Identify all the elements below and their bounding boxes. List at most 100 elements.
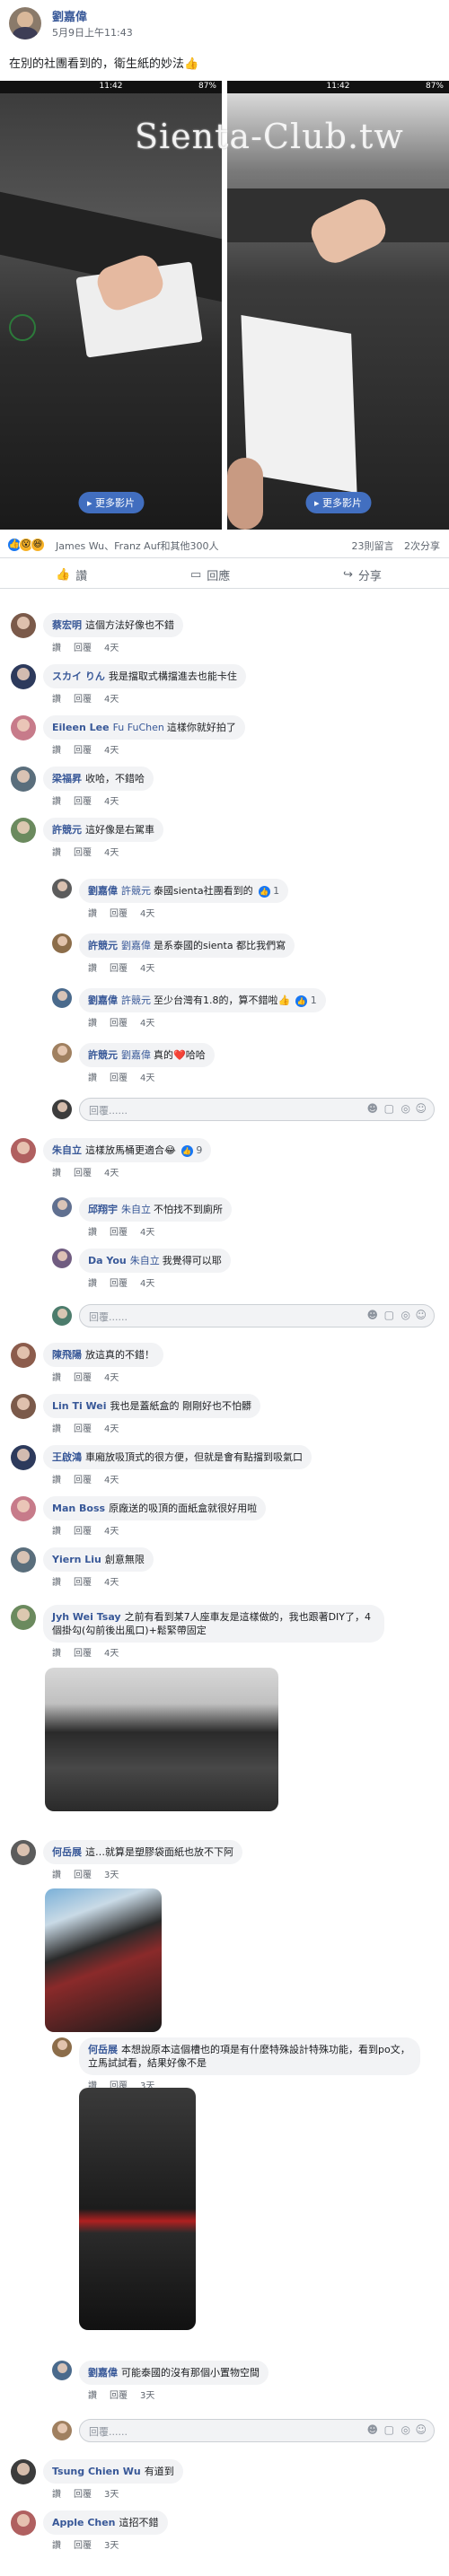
comment-reply-link[interactable]: 回覆 [110, 1228, 128, 1238]
comment-reply-link[interactable]: 回覆 [74, 1578, 92, 1588]
comment-time[interactable]: 3天 [104, 2490, 119, 2500]
commenter-avatar[interactable] [11, 1496, 36, 1521]
commenter-avatar[interactable] [52, 1043, 72, 1063]
reaction-names[interactable]: James Wu、Franz Auf和其他300人 [56, 539, 219, 553]
comment-time[interactable]: 4天 [140, 1228, 154, 1238]
mentioned-user[interactable]: 劉嘉偉 [121, 1049, 151, 1061]
comment-time[interactable]: 3天 [140, 2391, 154, 2401]
comment-time[interactable]: 4天 [104, 1476, 119, 1485]
commenter-avatar[interactable] [52, 988, 72, 1008]
comment-time[interactable]: 4天 [104, 644, 119, 653]
comment-reply-link[interactable]: 回覆 [110, 2391, 128, 2401]
commenter-avatar[interactable] [11, 2459, 36, 2484]
commenter-avatar[interactable] [11, 767, 36, 792]
comment-like-link[interactable]: 讚 [52, 1578, 61, 1588]
commenter-avatar[interactable] [52, 1197, 72, 1217]
comment-like-link[interactable]: 讚 [52, 1476, 61, 1485]
comment-time[interactable]: 4天 [140, 964, 154, 974]
commenter-name[interactable]: 許競元 [88, 1049, 118, 1061]
comment-reply-link[interactable]: 回覆 [74, 1373, 92, 1383]
commenter-avatar[interactable] [52, 2037, 72, 2057]
comment-reply-link[interactable]: 回覆 [74, 2490, 92, 2500]
comment-like-link[interactable]: 讚 [88, 1019, 97, 1029]
mentioned-user[interactable]: 朱自立 [130, 1255, 160, 1266]
commenter-name[interactable]: 陳飛陽 [52, 1349, 82, 1361]
comment-time[interactable]: 4天 [140, 909, 154, 919]
commenter-name[interactable]: 劉嘉偉 [88, 2367, 118, 2379]
commenter-avatar[interactable] [52, 879, 72, 898]
commenter-avatar[interactable] [52, 1100, 72, 1119]
comment-reply-link[interactable]: 回覆 [74, 695, 92, 705]
comment-button[interactable]: ▭ 回應 [190, 566, 230, 583]
commenter-name[interactable]: 蔡宏明 [52, 619, 82, 631]
comment-like-link[interactable]: 讚 [52, 1424, 61, 1434]
comment-time[interactable]: 4天 [104, 1527, 119, 1537]
comment-photo[interactable] [45, 1668, 278, 1811]
camera-icon[interactable]: ◎ [401, 2423, 410, 2436]
gif-icon[interactable]: ▢ [384, 1309, 394, 1321]
comment-time[interactable]: 3天 [104, 2541, 119, 2551]
commenter-avatar[interactable] [11, 1138, 36, 1163]
commenter-name[interactable]: Jyh Wei Tsay [52, 1611, 121, 1623]
gif-icon[interactable]: ▢ [384, 2423, 394, 2436]
comment-like-link[interactable]: 讚 [52, 797, 61, 807]
comment-like-link[interactable]: 讚 [52, 1871, 61, 1880]
comment-reply-link[interactable]: 回覆 [74, 2541, 92, 2551]
reply-input[interactable]: 回覆...... ☺ ◎ ▢ ☻ [79, 1098, 435, 1121]
commenter-avatar[interactable] [11, 1445, 36, 1470]
share-button[interactable]: ↪ 分享 [343, 566, 382, 583]
comment-like-link[interactable]: 讚 [88, 1228, 97, 1238]
commenter-name[interactable]: スカイ りん [52, 670, 105, 682]
mentioned-user[interactable]: 朱自立 [121, 1204, 151, 1215]
emoji-icon[interactable]: ☺ [415, 1309, 427, 1321]
comment-time[interactable]: 4天 [104, 1649, 119, 1659]
comment-reply-link[interactable]: 回覆 [74, 1424, 92, 1434]
commenter-avatar[interactable] [52, 933, 72, 953]
commenter-avatar[interactable] [11, 1605, 36, 1630]
comment-likes[interactable]: 👍 1 [258, 885, 279, 898]
commenter-avatar[interactable] [11, 1394, 36, 1419]
like-button[interactable]: 👍 讚 [56, 566, 87, 583]
comment-time[interactable]: 4天 [104, 848, 119, 858]
comment-like-link[interactable]: 讚 [52, 644, 61, 653]
commenter-name[interactable]: 朱自立 [52, 1144, 82, 1156]
reply-input[interactable]: 回覆...... ☺ ◎ ▢ ☻ [79, 2419, 435, 2442]
mentioned-user[interactable]: 劉嘉偉 [121, 940, 151, 951]
commenter-avatar[interactable] [11, 715, 36, 740]
mentioned-user[interactable]: Fu FuChen [113, 722, 164, 733]
comment-time[interactable]: 4天 [140, 1019, 154, 1029]
commenter-name[interactable]: 許競元 [88, 940, 118, 951]
comment-time[interactable]: 4天 [104, 1424, 119, 1434]
comment-photo[interactable] [45, 1888, 162, 2032]
comment-time[interactable]: 4天 [140, 1073, 154, 1083]
commenter-avatar[interactable] [11, 1840, 36, 1865]
commenter-avatar[interactable] [11, 818, 36, 843]
comment-reply-link[interactable]: 回覆 [110, 1279, 128, 1289]
commenter-avatar[interactable] [11, 2510, 36, 2536]
emoji-icon[interactable]: ☺ [415, 1102, 427, 1115]
comment-reply-link[interactable]: 回覆 [74, 1476, 92, 1485]
mentioned-user[interactable]: 許競元 [121, 994, 151, 1006]
comment-like-link[interactable]: 讚 [88, 1279, 97, 1289]
gif-icon[interactable]: ▢ [384, 1102, 394, 1115]
comment-like-link[interactable]: 讚 [88, 2391, 97, 2401]
commenter-avatar[interactable] [52, 1249, 72, 1268]
commenter-name[interactable]: Apple Chen [52, 2517, 116, 2528]
comment-photo[interactable] [79, 2088, 196, 2330]
camera-icon[interactable]: ◎ [401, 1102, 410, 1115]
comment-likes[interactable]: 👍 9 [180, 1144, 202, 1157]
reply-input[interactable]: 回覆...... ☺ ◎ ▢ ☻ [79, 1304, 435, 1327]
more-videos-button[interactable]: ▸ 更多影片 [304, 492, 372, 513]
comment-time[interactable]: 4天 [104, 1169, 119, 1178]
commenter-avatar[interactable] [52, 2361, 72, 2380]
comment-like-link[interactable]: 讚 [52, 848, 61, 858]
commenter-name[interactable]: 何岳展 [52, 1846, 82, 1858]
comment-like-link[interactable]: 讚 [52, 2541, 61, 2551]
comment-time[interactable]: 4天 [104, 797, 119, 807]
commenter-avatar[interactable] [11, 1343, 36, 1368]
commenter-name[interactable]: Eileen Lee [52, 722, 110, 733]
comment-reply-link[interactable]: 回覆 [110, 1073, 128, 1083]
author-name[interactable]: 劉嘉偉 [52, 7, 87, 24]
comment-reply-link[interactable]: 回覆 [74, 1169, 92, 1178]
commenter-name[interactable]: 許競元 [52, 824, 82, 836]
